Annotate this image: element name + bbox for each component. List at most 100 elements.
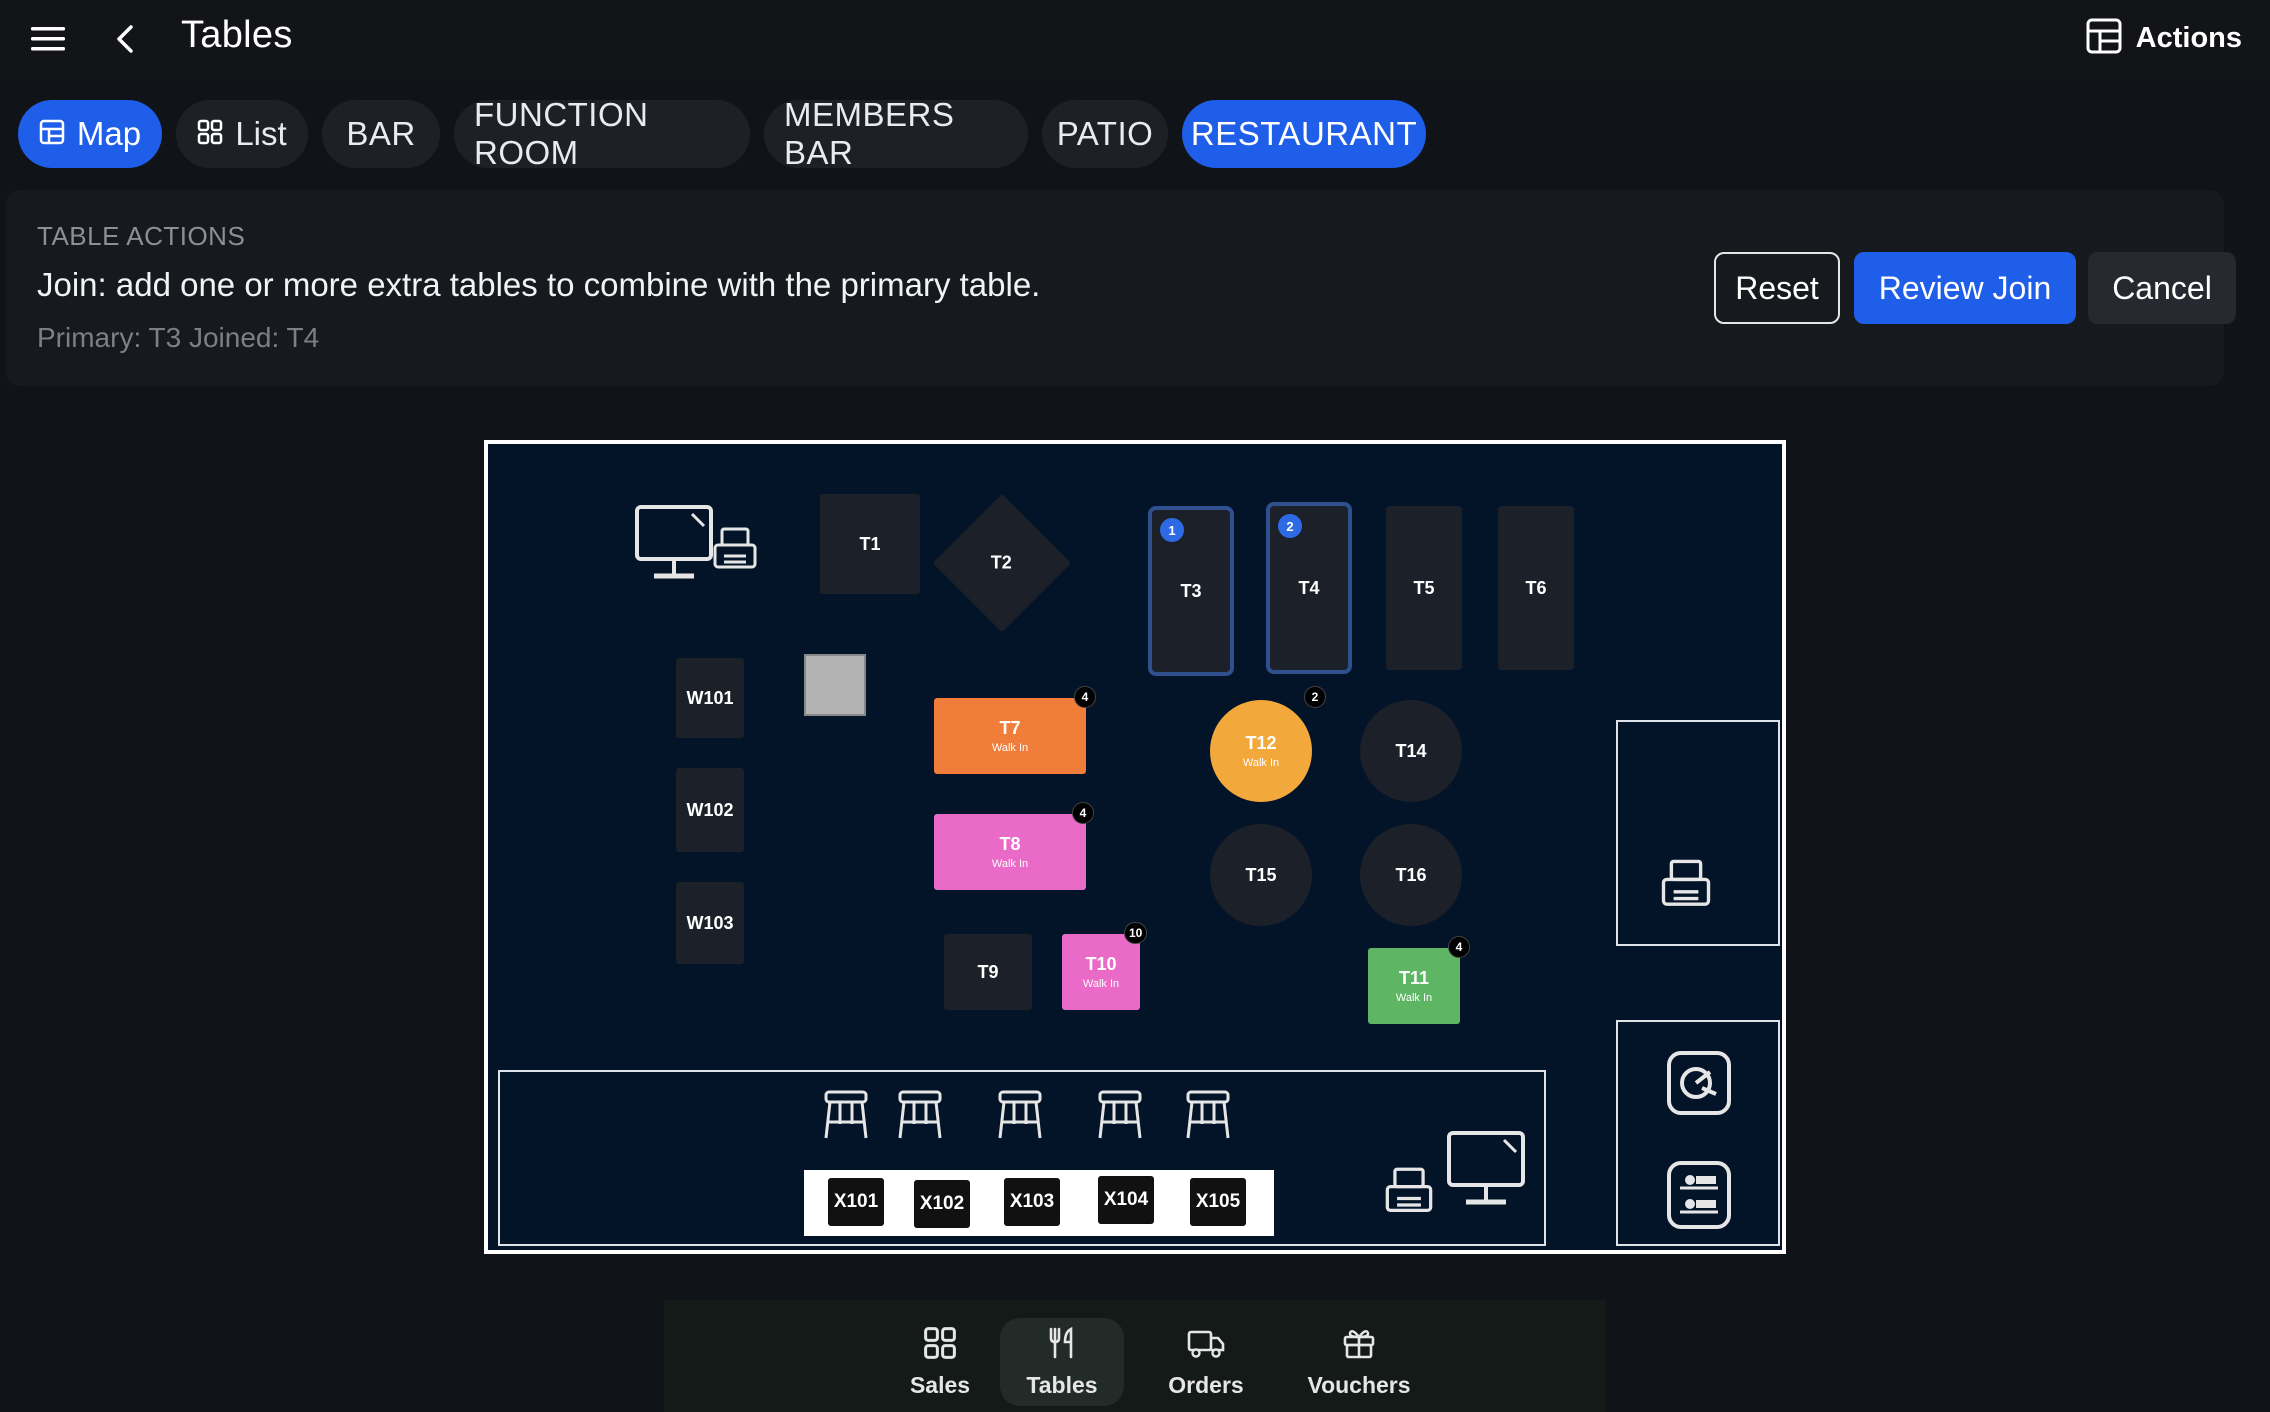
table-t11[interactable]: T11 Walk In (1368, 948, 1460, 1024)
table-t14[interactable]: T14 (1360, 700, 1462, 802)
hamburger-menu-icon[interactable] (22, 18, 74, 60)
nav-tables[interactable]: Tables (1000, 1318, 1124, 1406)
table-x101[interactable]: X101 (828, 1178, 884, 1226)
table-t6[interactable]: T6 (1498, 506, 1574, 670)
table-t1[interactable]: T1 (820, 494, 920, 594)
bar-stool-icon (894, 1088, 946, 1147)
review-join-button[interactable]: Review Join (1854, 252, 2076, 324)
covers-badge: 10 (1124, 922, 1148, 944)
table-t15[interactable]: T15 (1210, 824, 1312, 926)
grid-icon (923, 1326, 957, 1366)
grey-block (804, 654, 866, 716)
covers-badge: 4 (1448, 936, 1470, 958)
bar-stool-icon (1182, 1088, 1234, 1147)
table-t12[interactable]: T12 Walk In (1210, 700, 1312, 802)
tab-label: FUNCTION ROOM (474, 96, 649, 171)
table-label: W101 (686, 687, 734, 708)
table-actions-panel: TABLE ACTIONS Join: add one or more extr… (6, 190, 2236, 386)
tab-label: Map (76, 115, 142, 152)
table-t7[interactable]: T7 Walk In (934, 698, 1086, 774)
layout-icon (2086, 18, 2122, 59)
table-label: T14 (1395, 740, 1427, 761)
tab-restaurant[interactable]: RESTAURANT (1182, 100, 1426, 168)
tab-map[interactable]: Map (18, 100, 162, 168)
nav-label: Tables (1026, 1371, 1098, 1398)
table-w101[interactable]: W101 (676, 658, 744, 738)
bar-stool-icon (820, 1088, 872, 1147)
table-label: T12 (1245, 733, 1277, 753)
gift-icon (1342, 1326, 1376, 1366)
bottom-navigation: Sales Tables Orders Vouchers (664, 1300, 1606, 1412)
table-t16[interactable]: T16 (1360, 824, 1462, 926)
table-label: T3 (1180, 580, 1202, 601)
tab-label: PATIO (1056, 115, 1154, 152)
tab-patio[interactable]: PATIO (1042, 100, 1168, 168)
covers-badge: 4 (1072, 802, 1094, 824)
table-t5[interactable]: T5 (1386, 506, 1462, 670)
table-label: W102 (686, 799, 734, 820)
table-t10[interactable]: T10 Walk In (1062, 934, 1140, 1010)
table-status: Walk In (1395, 992, 1433, 1004)
table-label: T1 (859, 533, 881, 554)
nav-label: Vouchers (1307, 1371, 1411, 1398)
table-w103[interactable]: W103 (676, 882, 744, 964)
table-label: T7 (999, 718, 1021, 738)
nav-label: Sales (909, 1371, 971, 1398)
delivery-truck-icon (1187, 1326, 1225, 1366)
tab-label: List (235, 115, 287, 152)
area-tabs: Map List BAR FUNCTION ROOM MEMBERS BAR P… (18, 96, 1426, 171)
nav-orders[interactable]: Orders (1144, 1318, 1268, 1406)
join-order-badge: 1 (1160, 518, 1184, 542)
tab-label: RESTAURANT (1190, 115, 1418, 152)
tab-members-bar[interactable]: MEMBERS BAR (764, 96, 1028, 171)
panel-description: Join: add one or more extra tables to co… (37, 266, 1041, 303)
table-x102[interactable]: X102 (914, 1180, 970, 1228)
table-label: T6 (1525, 577, 1547, 598)
tab-label: MEMBERS BAR (784, 96, 955, 171)
nav-vouchers[interactable]: Vouchers (1284, 1318, 1434, 1406)
table-x103[interactable]: X103 (1004, 1178, 1060, 1226)
join-order-badge: 2 (1278, 514, 1302, 538)
table-label: T4 (1298, 577, 1320, 598)
covers-badge: 4 (1074, 686, 1096, 708)
table-t9[interactable]: T9 (944, 934, 1032, 1010)
floor-map: T1 T2 T3 1 T4 2 T5 T6 W101 W102 W103 T7 … (484, 440, 1786, 1254)
table-label: T9 (977, 961, 999, 982)
reset-button[interactable]: Reset (1714, 252, 1840, 324)
table-t8[interactable]: T8 Walk In (934, 814, 1086, 890)
table-w102[interactable]: W102 (676, 768, 744, 852)
table-label: T15 (1245, 864, 1277, 885)
table-x104[interactable]: X104 (1098, 1176, 1154, 1224)
actions-label: Actions (2135, 21, 2242, 54)
printer-icon (1384, 1166, 1434, 1223)
nav-sales[interactable]: Sales (880, 1318, 1000, 1406)
actions-button[interactable]: Actions (2086, 14, 2242, 62)
table-status: Walk In (1082, 978, 1120, 990)
map-icon (39, 115, 65, 153)
cancel-button[interactable]: Cancel (2088, 252, 2236, 324)
table-label: T8 (999, 834, 1021, 854)
tab-function-room[interactable]: FUNCTION ROOM (454, 96, 750, 171)
table-t2[interactable]: T2 (932, 493, 1072, 633)
table-label: T2 (991, 552, 1013, 573)
printer-icon (712, 526, 758, 579)
table-label: W103 (686, 912, 734, 933)
monitor-icon (634, 504, 714, 587)
monitor-icon (1446, 1130, 1526, 1213)
tab-label: BAR (346, 115, 416, 152)
covers-badge: 2 (1304, 686, 1326, 708)
pos-terminal-icon (1666, 1050, 1732, 1121)
tab-bar[interactable]: BAR (322, 100, 440, 168)
back-arrow-icon[interactable] (104, 18, 146, 60)
join-status: Primary: T3 Joined: T4 (37, 322, 320, 353)
page-title: Tables (181, 14, 293, 56)
panel-heading: TABLE ACTIONS (37, 221, 246, 251)
bar-stool-icon (1094, 1088, 1146, 1147)
table-label: T16 (1395, 864, 1427, 885)
bar-stool-icon (994, 1088, 1046, 1147)
table-x105[interactable]: X105 (1190, 1178, 1246, 1226)
restroom-icon (1666, 1160, 1732, 1235)
top-bar: Tables Actions (0, 0, 2270, 78)
grid-icon (197, 115, 223, 153)
tab-list[interactable]: List (176, 100, 308, 168)
